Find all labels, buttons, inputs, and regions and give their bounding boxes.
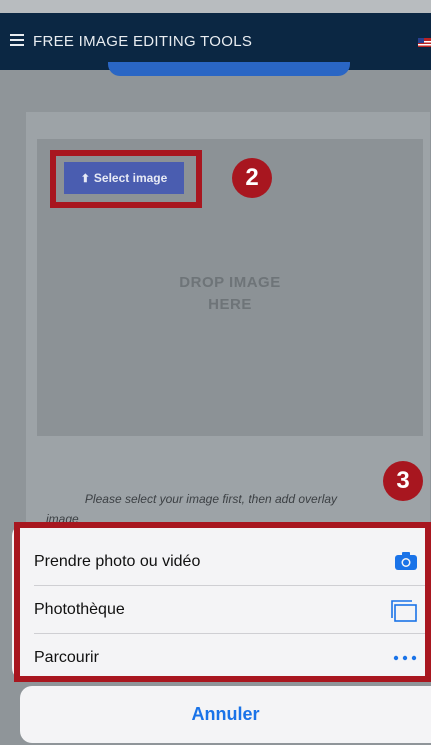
top-button-edge[interactable]	[108, 62, 350, 76]
top-strip	[0, 0, 431, 13]
hamburger-icon[interactable]	[10, 34, 24, 48]
drop-image-text: DROP IMAGE HERE	[37, 272, 423, 316]
cancel-button[interactable]: Annuler	[20, 686, 431, 743]
step-badge-3: 3	[383, 461, 423, 501]
highlight-select-image	[50, 150, 202, 208]
hint-line-1: Please select your image first, then add…	[84, 492, 338, 506]
drop-text-line-1: DROP IMAGE	[179, 274, 281, 291]
step-badge-2: 2	[232, 158, 272, 198]
us-flag-icon[interactable]	[418, 38, 431, 47]
highlight-action-sheet	[14, 522, 431, 682]
drop-text-line-2: HERE	[208, 296, 252, 313]
